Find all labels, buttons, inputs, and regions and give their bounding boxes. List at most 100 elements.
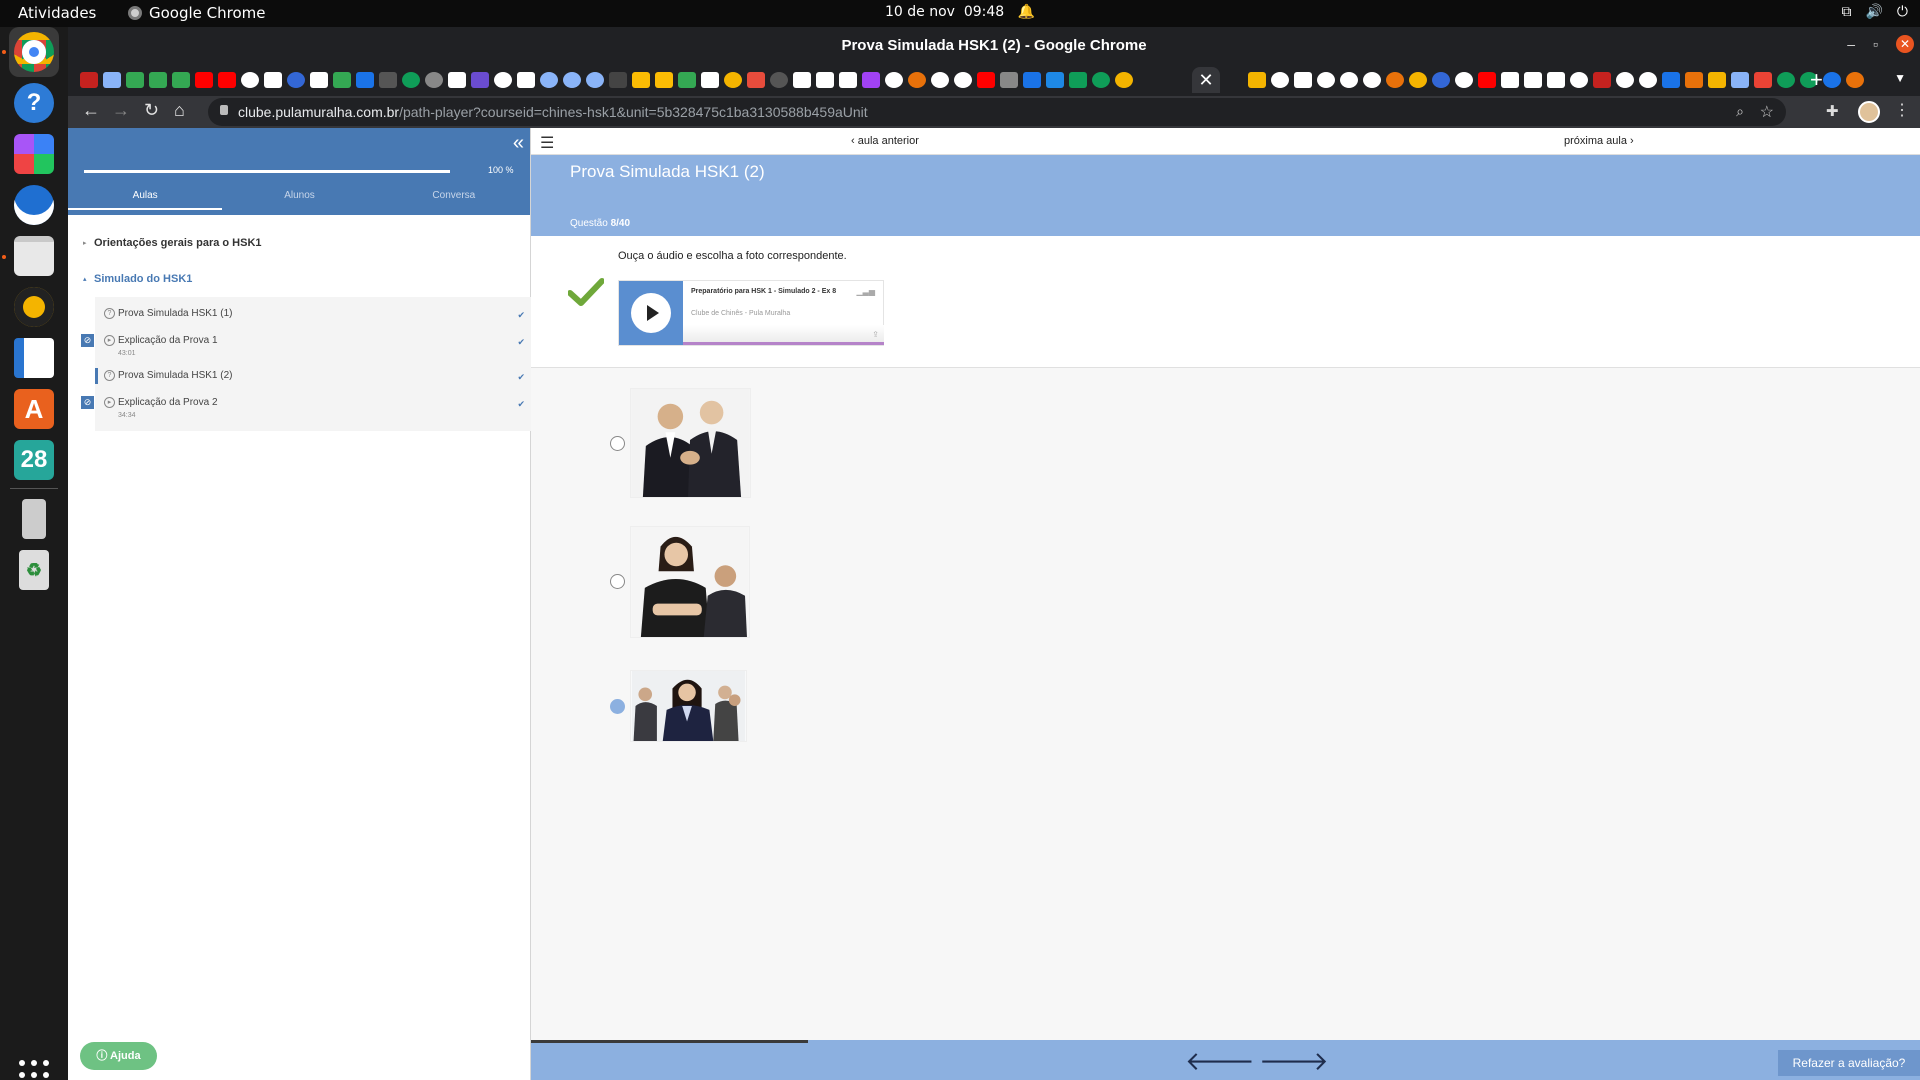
correct-check-icon bbox=[568, 278, 604, 306]
pinned-tabs[interactable] bbox=[80, 72, 1133, 88]
answer-photo-two-businessmen[interactable] bbox=[630, 388, 751, 498]
redo-assessment-button[interactable]: Refazer a avaliação? bbox=[1778, 1050, 1920, 1076]
course-sidebar: « 100 % Aulas Alunos Conversa ▸ Orientaç… bbox=[68, 128, 531, 1080]
trash-dock-icon[interactable]: ♻ bbox=[9, 545, 59, 595]
answer-radio[interactable] bbox=[610, 574, 625, 589]
removable-drive-dock-icon[interactable] bbox=[9, 494, 59, 544]
clock-time[interactable]: 09:48 bbox=[964, 4, 1004, 20]
waveform-scrubber[interactable] bbox=[683, 325, 884, 345]
forward-icon[interactable]: → bbox=[112, 100, 130, 121]
play-icon[interactable] bbox=[631, 293, 671, 333]
next-question-arrow-icon[interactable]: 🡒 bbox=[1259, 1046, 1329, 1077]
tab-search-icon[interactable]: ▼ bbox=[1894, 71, 1906, 85]
dock-separator bbox=[10, 488, 58, 489]
previous-lesson-link[interactable]: ‹ aula anterior bbox=[851, 135, 919, 147]
answer-radio[interactable] bbox=[610, 436, 625, 451]
lesson-item[interactable]: ⊘ ▸ Explicação da Prova 2 34:34 ✔ bbox=[81, 392, 531, 427]
section-label: Simulado do HSK1 bbox=[94, 273, 193, 285]
section-orientacoes[interactable]: ▸ Orientações gerais para o HSK1 bbox=[68, 225, 530, 261]
lesson-name: Explicação da Prova 2 bbox=[118, 397, 218, 408]
cube-app-dock-icon[interactable] bbox=[9, 129, 59, 179]
question-counter-value: 8/40 bbox=[610, 218, 631, 229]
help-dock-icon[interactable]: ? bbox=[9, 78, 59, 128]
help-button[interactable]: ⓘ Ajuda bbox=[80, 1042, 157, 1070]
tab-aulas[interactable]: Aulas bbox=[68, 190, 223, 210]
software-store-dock-icon[interactable]: A bbox=[9, 384, 59, 434]
next-lesson-link[interactable]: próxima aula › bbox=[1564, 135, 1634, 147]
chrome-menu-icon[interactable]: ⋮ bbox=[1894, 100, 1910, 120]
completed-check-icon: ✔ bbox=[517, 337, 525, 347]
answer-photo-woman-meeting[interactable] bbox=[630, 670, 747, 742]
collapsed-caret-icon: ▸ bbox=[83, 240, 87, 247]
files-dock-icon[interactable] bbox=[9, 231, 59, 281]
collapse-sidebar-icon[interactable]: « bbox=[513, 132, 524, 155]
writer-dock-icon[interactable] bbox=[9, 333, 59, 383]
chrome-small-icon bbox=[128, 6, 142, 20]
close-window-icon[interactable]: ✕ bbox=[1896, 35, 1914, 53]
zoom-icon[interactable]: ⌕ bbox=[1736, 103, 1744, 120]
url-host: clube.pulamuralha.com.br bbox=[238, 104, 400, 120]
back-icon[interactable]: ← bbox=[82, 100, 100, 121]
tab-alunos[interactable]: Alunos bbox=[222, 190, 376, 210]
clock: 10 de nov 09:48 🔔 bbox=[0, 4, 1920, 20]
window-titlebar[interactable]: Prova Simulada HSK1 (2) - Google Chrome … bbox=[68, 27, 1920, 64]
activities-button[interactable]: Atividades bbox=[18, 4, 96, 22]
attachment-icon[interactable]: ⊘ bbox=[81, 334, 94, 347]
volume-icon: 🔊 bbox=[1865, 4, 1883, 20]
sidebar-header: « 100 % Aulas Alunos Conversa bbox=[68, 128, 530, 215]
quiz-header: Prova Simulada HSK1 (2) Questão 8/40 bbox=[531, 155, 1920, 236]
active-tab-close-icon[interactable]: ✕ bbox=[1192, 67, 1220, 93]
answer-option-2[interactable] bbox=[531, 526, 931, 638]
track-artist[interactable]: Clube de Chinês - Pula Muralha bbox=[691, 310, 790, 317]
show-applications-icon[interactable] bbox=[19, 1060, 49, 1080]
completed-check-icon: ✔ bbox=[517, 372, 525, 382]
share-icon[interactable]: ⇪ bbox=[872, 330, 879, 339]
lesson-item[interactable]: ? Prova Simulada HSK1 (1) ✔ bbox=[95, 303, 531, 330]
lesson-list: ? Prova Simulada HSK1 (1) ✔ ⊘ ▸ Explicaç… bbox=[81, 297, 531, 431]
rhythmbox-dock-icon[interactable] bbox=[9, 282, 59, 332]
home-icon[interactable]: ⌂ bbox=[174, 100, 185, 121]
system-tray[interactable]: ⧉ 🔊 ⏻ bbox=[1841, 4, 1908, 20]
lesson-duration: 34:34 bbox=[118, 412, 136, 419]
previous-question-arrow-icon[interactable]: 🡐 bbox=[1185, 1046, 1255, 1077]
thunderbird-dock-icon[interactable] bbox=[9, 180, 59, 230]
section-simulado[interactable]: ▴ Simulado do HSK1 bbox=[68, 261, 530, 297]
section-label: Orientações gerais para o HSK1 bbox=[94, 237, 262, 249]
completed-check-icon: ✔ bbox=[517, 310, 525, 320]
video-icon: ▸ bbox=[104, 335, 115, 346]
lesson-item[interactable]: ⊘ ▸ Explicação da Prova 1 43:01 ✔ bbox=[81, 330, 531, 365]
tab-conversa[interactable]: Conversa bbox=[377, 190, 531, 210]
chrome-dock-icon[interactable] bbox=[9, 27, 59, 77]
lesson-content: ☰ ‹ aula anterior próxima aula › Prova S… bbox=[531, 128, 1920, 1080]
lesson-duration: 43:01 bbox=[118, 350, 136, 357]
running-indicator bbox=[2, 255, 6, 259]
answer-option-3[interactable] bbox=[531, 670, 931, 742]
more-tabs[interactable] bbox=[1248, 72, 1864, 88]
attachment-icon[interactable]: ⊘ bbox=[81, 396, 94, 409]
answer-photo-woman-arms-crossed[interactable] bbox=[630, 526, 750, 638]
course-progress-fill bbox=[84, 170, 450, 173]
maximize-icon[interactable]: ▫ bbox=[1873, 36, 1878, 52]
minimize-icon[interactable]: – bbox=[1847, 36, 1855, 52]
bookmark-star-icon[interactable]: ☆ bbox=[1760, 102, 1774, 122]
address-bar[interactable]: clube.pulamuralha.com.br/path-player?cou… bbox=[208, 98, 1786, 126]
track-title[interactable]: Preparatório para HSK 1 - Simulado 2 - E… bbox=[691, 288, 836, 295]
audio-player[interactable]: Preparatório para HSK 1 - Simulado 2 - E… bbox=[618, 280, 884, 346]
menu-icon[interactable]: ☰ bbox=[540, 133, 554, 153]
clock-date[interactable]: 10 de nov bbox=[885, 4, 955, 20]
question-counter-label: Questão bbox=[570, 218, 608, 229]
app-menu[interactable]: Google Chrome bbox=[128, 4, 266, 22]
answer-radio-selected[interactable] bbox=[610, 699, 625, 714]
lesson-item-current[interactable]: ? Prova Simulada HSK1 (2) ✔ bbox=[95, 365, 531, 392]
new-tab-icon[interactable]: + bbox=[1810, 67, 1823, 93]
profile-avatar[interactable] bbox=[1858, 101, 1880, 123]
reload-icon[interactable]: ↻ bbox=[144, 100, 159, 121]
url-text[interactable]: clube.pulamuralha.com.br/path-player?cou… bbox=[238, 104, 868, 120]
answer-option-1[interactable] bbox=[531, 388, 931, 498]
help-button-label: Ajuda bbox=[110, 1050, 141, 1062]
extensions-puzzle-icon[interactable]: ✚ bbox=[1826, 102, 1839, 120]
calendar-dock-icon[interactable]: 28 bbox=[9, 435, 59, 485]
lock-icon[interactable] bbox=[220, 105, 228, 115]
previous-lesson-label: aula anterior bbox=[857, 135, 919, 147]
question-block: Ouça o áudio e escolha a foto correspond… bbox=[531, 236, 1920, 368]
